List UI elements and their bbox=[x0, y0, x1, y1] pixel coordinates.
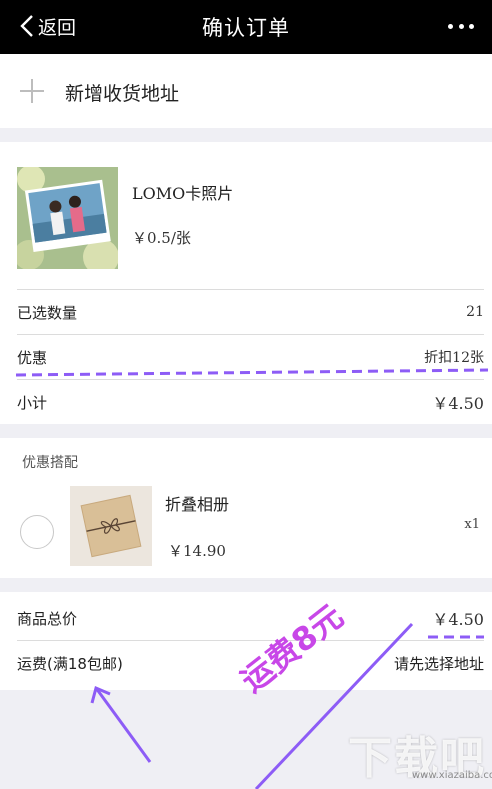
more-dots-icon[interactable] bbox=[448, 13, 474, 39]
quantity-label: 已选数量 bbox=[17, 303, 78, 322]
discount-label: 优惠 bbox=[17, 348, 48, 367]
subtotal-value: ￥4.50 bbox=[432, 394, 484, 413]
total-price-label: 商品总价 bbox=[17, 609, 78, 628]
plus-icon bbox=[20, 79, 44, 103]
product-price: ￥0.5/张 bbox=[132, 229, 191, 247]
nav-bar: 返回 确认订单 bbox=[0, 0, 492, 54]
combo-select-radio[interactable] bbox=[20, 515, 54, 549]
annotation-arrow bbox=[94, 687, 152, 763]
subtotal-row: 小计 ￥4.50 bbox=[17, 380, 484, 424]
subtotal-label: 小计 bbox=[17, 393, 48, 412]
quantity-row: 已选数量 21 bbox=[17, 290, 484, 334]
combo-title: 优惠搭配 bbox=[22, 455, 78, 471]
add-address-label: 新增收货地址 bbox=[65, 83, 180, 105]
product-card: LOMO卡照片 ￥0.5/张 已选数量 21 优惠 折扣12张 小计 ￥4.50 bbox=[0, 142, 492, 424]
add-address-button[interactable]: 新增收货地址 bbox=[0, 54, 492, 128]
total-price-row: 商品总价 ￥4.50 bbox=[17, 596, 484, 640]
watermark-url: www.xiazaiba.com bbox=[412, 770, 492, 781]
combo-item-qty: x1 bbox=[464, 517, 480, 532]
combo-offer-card: 优惠搭配 折叠相册 ￥14.90 x1 bbox=[0, 438, 492, 578]
album-thumbnail bbox=[70, 486, 152, 566]
shipping-hint[interactable]: 请先选择地址 bbox=[394, 653, 484, 674]
combo-item-name: 折叠相册 bbox=[165, 495, 230, 514]
total-price-value: ￥4.50 bbox=[432, 610, 484, 629]
shipping-label: 运费(满18包邮) bbox=[17, 654, 123, 673]
product-thumbnail bbox=[17, 167, 118, 269]
discount-value: 折扣12张 bbox=[424, 350, 484, 366]
quantity-value: 21 bbox=[466, 304, 484, 320]
discount-row: 优惠 折扣12张 bbox=[17, 335, 484, 379]
product-name: LOMO卡照片 bbox=[132, 184, 234, 203]
arrow-head bbox=[90, 685, 111, 704]
combo-item-price: ￥14.90 bbox=[168, 542, 226, 560]
page-title: 确认订单 bbox=[202, 16, 290, 40]
